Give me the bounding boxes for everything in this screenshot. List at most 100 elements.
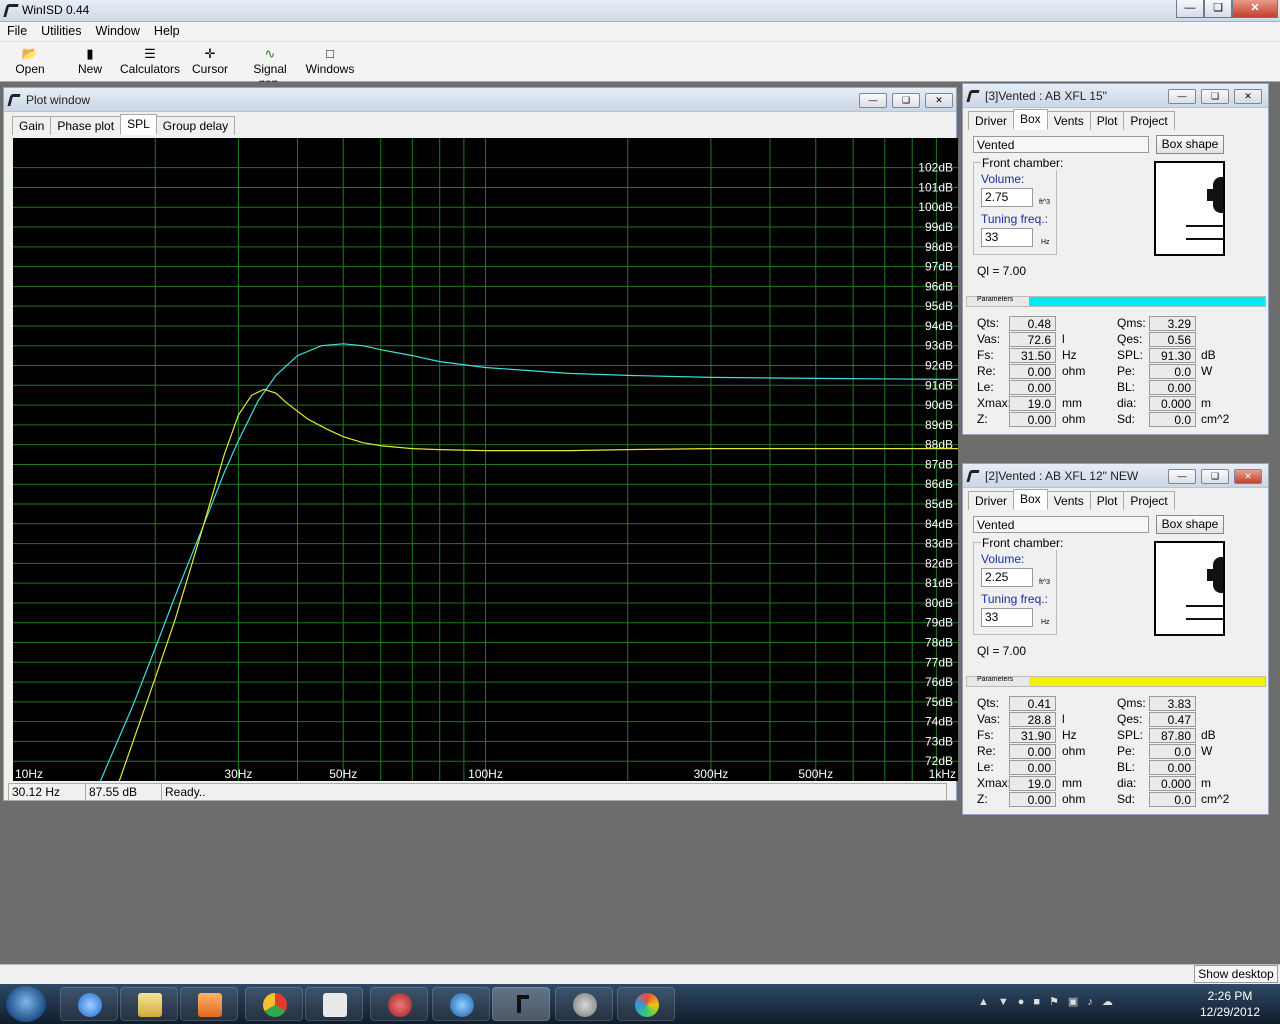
param-right-unit: dB	[1201, 728, 1216, 742]
cursor-button[interactable]: ✛ Cursor	[180, 46, 240, 76]
y-tick-label: 89dB	[925, 418, 953, 432]
y-tick-label: 97dB	[925, 260, 953, 274]
param-left-value: 19.0	[1009, 396, 1056, 411]
param-left-value: 0.00	[1009, 744, 1056, 759]
param-right-key: Pe:	[1117, 364, 1136, 378]
minimize-button[interactable]: —	[1168, 89, 1196, 104]
spl-chart[interactable]: 72dB 73dB 74dB 75dB 76dB 77dB 78dB 79dB 80dB 81dB…	[13, 138, 959, 792]
tab-plot[interactable]: Plot	[1089, 111, 1125, 130]
restore-button[interactable]: ❑	[1204, 0, 1232, 18]
y-tick-label: 73dB	[925, 734, 953, 748]
close-button[interactable]: ✕	[1234, 469, 1262, 484]
file-explorer-icon[interactable]	[120, 987, 178, 1021]
clock-time[interactable]: 2:26 PM	[1198, 989, 1262, 1003]
volume-input[interactable]: 2.75	[981, 188, 1033, 207]
start-orb-icon[interactable]	[6, 986, 46, 1022]
show-desktop-button[interactable]: Show desktop	[1194, 965, 1278, 983]
restore-button[interactable]: ❑	[1201, 469, 1229, 484]
close-button[interactable]: ✕	[1234, 89, 1262, 104]
menu-help[interactable]: Help	[147, 22, 187, 38]
x-tick-label: 300Hz	[694, 767, 729, 781]
y-tick-label: 95dB	[925, 299, 953, 313]
box-type-select[interactable]: Vented	[973, 136, 1149, 153]
parameters-label: Parameters	[977, 676, 1014, 683]
windows-button[interactable]: □ Windows	[300, 46, 360, 76]
clock-date[interactable]: 12/29/2012	[1194, 1005, 1266, 1019]
param-right-key: Qes:	[1117, 712, 1143, 726]
tuning-label: Tuning freq.:	[981, 592, 1048, 606]
tab-driver[interactable]: Driver	[968, 491, 1014, 510]
tab-vents[interactable]: Vents	[1046, 491, 1091, 510]
parameters-header: Parameters	[966, 296, 1266, 307]
tab-plot[interactable]: Plot	[1089, 491, 1125, 510]
volume-input[interactable]: 2.25	[981, 568, 1033, 587]
new-button[interactable]: ▮ New	[60, 46, 120, 76]
tab-project[interactable]: Project	[1123, 111, 1175, 130]
minimize-button[interactable]: —	[1176, 0, 1204, 18]
speaker-icon[interactable]	[555, 987, 613, 1021]
box-window-caption: [3]Vented : AB XFL 15" — ❑ ✕	[963, 84, 1268, 108]
menu-file[interactable]: File	[0, 22, 34, 38]
param-left-key: Re:	[977, 744, 996, 758]
y-tick-label: 88dB	[925, 438, 953, 452]
taskbar: ▲▼●■⚑▣♪☁ 2:26 PM 12/29/2012	[0, 984, 1280, 1024]
close-button[interactable]: ✕	[925, 93, 953, 108]
parameters-label: Parameters	[977, 296, 1014, 303]
front-chamber-label: Front chamber:	[981, 536, 1065, 550]
tuning-input[interactable]: 33	[981, 228, 1033, 247]
param-right-key: Qes:	[1117, 332, 1143, 346]
windows-icon: □	[326, 46, 334, 61]
y-tick-label: 85dB	[925, 497, 953, 511]
plot-tabs: Gain Phase plot SPL Group delay	[12, 114, 236, 137]
media-player-icon[interactable]	[180, 987, 238, 1021]
tab-driver[interactable]: Driver	[968, 111, 1014, 130]
box-shape-button[interactable]: Box shape	[1156, 515, 1224, 534]
tab-gain[interactable]: Gain	[12, 116, 52, 135]
winisd-icon	[7, 94, 21, 106]
chrome-icon[interactable]	[245, 987, 303, 1021]
box-window-xfl15: [3]Vented : AB XFL 15" — ❑ ✕ Driver Box Vents P…	[962, 83, 1269, 435]
close-button[interactable]: ✕	[1232, 0, 1278, 18]
calculators-button[interactable]: ☰ Calculators	[120, 46, 180, 76]
volume-unit: ft^3	[1039, 579, 1051, 586]
tab-box[interactable]: Box	[1013, 489, 1048, 510]
tab-vents[interactable]: Vents	[1046, 111, 1091, 130]
ql-value: Ql = 7.00	[977, 264, 1027, 278]
param-left-unit: ohm	[1062, 412, 1086, 426]
box-shape-diagram	[1154, 161, 1225, 256]
param-right-value: 0.000	[1149, 396, 1196, 411]
paint-icon[interactable]	[617, 987, 675, 1021]
restore-button[interactable]: ❑	[892, 93, 920, 108]
internet-explorer-icon[interactable]	[60, 987, 118, 1021]
tab-box[interactable]: Box	[1013, 109, 1048, 130]
minimize-button[interactable]: —	[1168, 469, 1196, 484]
winisd-icon	[966, 90, 980, 102]
menu-window[interactable]: Window	[88, 22, 146, 38]
app-title-bar: WinISD 0.44 — ❑ ✕	[0, 0, 1280, 22]
tuning-input[interactable]: 33	[981, 608, 1033, 627]
restore-button[interactable]: ❑	[1201, 89, 1229, 104]
box-shape-button[interactable]: Box shape	[1156, 135, 1224, 154]
horizontal-scrollbar[interactable]	[0, 964, 1280, 984]
app-icon[interactable]	[370, 987, 428, 1021]
y-tick-label: 100dB	[918, 200, 953, 214]
tab-project[interactable]: Project	[1123, 491, 1175, 510]
system-tray[interactable]: ▲▼●■⚑▣♪☁	[978, 995, 1184, 1011]
winisd-icon[interactable]	[492, 987, 550, 1021]
box-type-select[interactable]: Vented	[973, 516, 1149, 533]
tab-phase-plot[interactable]: Phase plot	[50, 116, 122, 135]
open-button[interactable]: 📂 Open	[0, 46, 60, 76]
itunes-icon[interactable]	[432, 987, 490, 1021]
y-tick-label: 78dB	[925, 636, 953, 650]
status-message: Ready..	[161, 783, 947, 801]
param-left-unit: Hz	[1062, 348, 1077, 362]
param-left-value: 19.0	[1009, 776, 1056, 791]
param-right-key: Sd:	[1117, 412, 1136, 426]
tab-spl[interactable]: SPL	[120, 114, 157, 135]
driver-shape	[1213, 557, 1223, 593]
param-right-unit: cm^2	[1201, 792, 1230, 806]
app-icon[interactable]	[305, 987, 363, 1021]
minimize-button[interactable]: —	[859, 93, 887, 108]
menu-utilities[interactable]: Utilities	[34, 22, 88, 38]
tab-group-delay[interactable]: Group delay	[155, 116, 236, 135]
